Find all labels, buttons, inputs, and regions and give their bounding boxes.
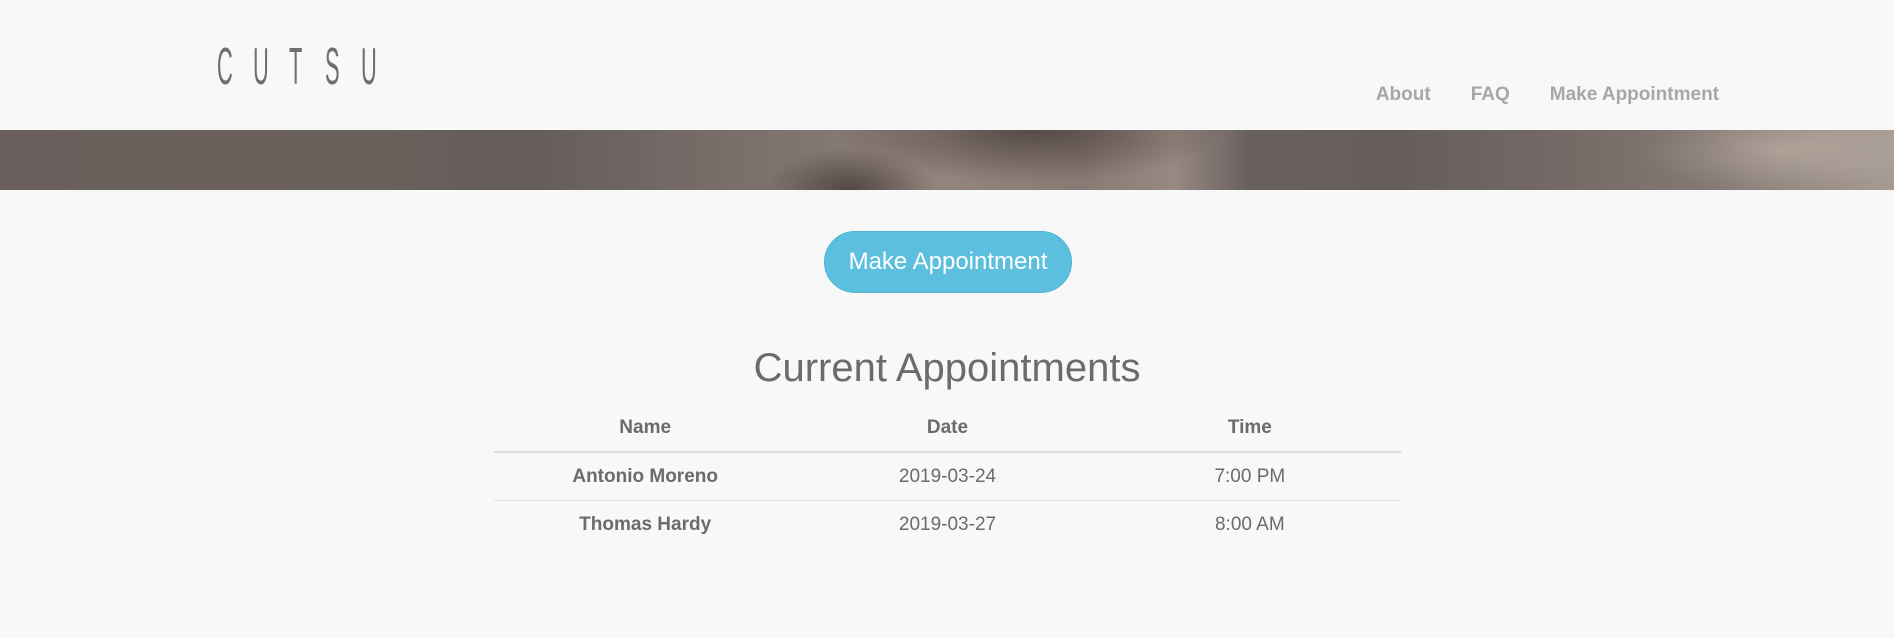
appointments-table: Name Date Time Antonio Moreno 2019-03-24… (494, 404, 1401, 548)
make-appointment-button[interactable]: Make Appointment (824, 231, 1072, 293)
cell-name: Antonio Moreno (494, 452, 797, 501)
column-header-name: Name (494, 404, 797, 453)
column-header-date: Date (796, 404, 1099, 453)
nav-link-about[interactable]: About (1376, 84, 1431, 106)
nav-link-make-appointment[interactable]: Make Appointment (1550, 84, 1719, 106)
main-nav: About FAQ Make Appointment (1376, 84, 1719, 106)
cell-time: 7:00 PM (1098, 452, 1401, 501)
cell-date: 2019-03-27 (898, 513, 997, 535)
cell-time: 8:00 AM (1214, 513, 1285, 535)
hero-banner-image (0, 130, 1894, 190)
logo-letter: S (325, 38, 340, 96)
logo-letter: U (253, 38, 269, 96)
column-header-time: Time (1098, 404, 1401, 453)
section-title: Current Appointments (753, 346, 1141, 390)
table-header-row: Name Date Time (494, 404, 1401, 453)
logo[interactable]: C U T S U (217, 40, 397, 94)
logo-letter: C (217, 38, 233, 96)
table-row: Thomas Hardy 2019-03-27 8:00 AM (494, 501, 1401, 549)
table-row: Antonio Moreno 2019-03-24 7:00 PM (494, 452, 1401, 501)
hero-image-shading (0, 130, 1894, 190)
logo-letter: U (361, 38, 377, 96)
window-edge (1894, 0, 1898, 638)
cell-date: 2019-03-24 (796, 452, 1099, 501)
page: C U T S U About FAQ Make Appointment Mak… (0, 0, 1894, 638)
site-header: C U T S U About FAQ Make Appointment (0, 0, 1894, 130)
nav-link-faq[interactable]: FAQ (1471, 84, 1510, 106)
logo-letter: T (289, 38, 303, 96)
cell-name: Thomas Hardy (579, 513, 712, 535)
